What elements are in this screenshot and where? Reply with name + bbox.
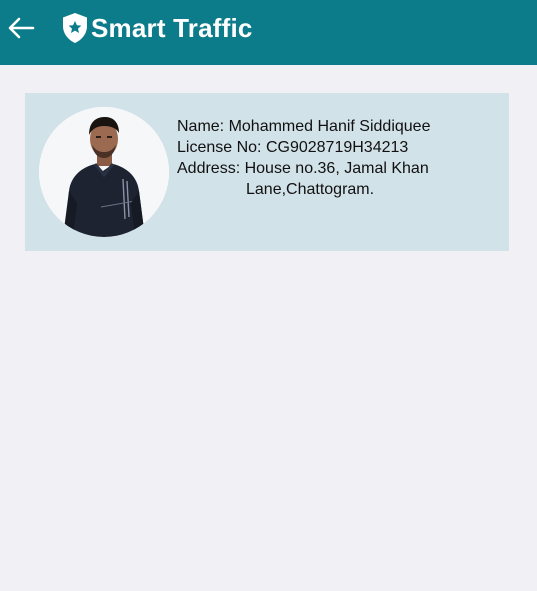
- app-title: Smart Traffic: [91, 13, 253, 43]
- driver-info: Name: Mohammed Hanif Siddiquee License N…: [177, 116, 497, 200]
- profile-card: Name: Mohammed Hanif Siddiquee License N…: [25, 93, 509, 251]
- address-row: Address: House no.36, Jamal Khan: [177, 158, 497, 179]
- license-row: License No: CG9028719H34213: [177, 137, 497, 158]
- arrow-left-icon: [8, 17, 35, 39]
- license-value: CG9028719H34213: [265, 139, 409, 156]
- license-label: License No:: [177, 139, 262, 156]
- name-label: Name:: [177, 118, 225, 135]
- address-line1: House no.36, Jamal Khan: [244, 160, 429, 177]
- profile-photo: [39, 107, 169, 237]
- address-label: Address:: [177, 160, 241, 177]
- address-line2: Lane,Chattogram.: [246, 181, 375, 198]
- name-value: Mohammed Hanif Siddiquee: [228, 118, 431, 135]
- avatar: [39, 107, 169, 237]
- app-bar: Smart Traffic: [0, 0, 537, 65]
- shield-star-icon: [63, 13, 87, 43]
- back-button[interactable]: [4, 8, 38, 48]
- name-row: Name: Mohammed Hanif Siddiquee: [177, 116, 497, 137]
